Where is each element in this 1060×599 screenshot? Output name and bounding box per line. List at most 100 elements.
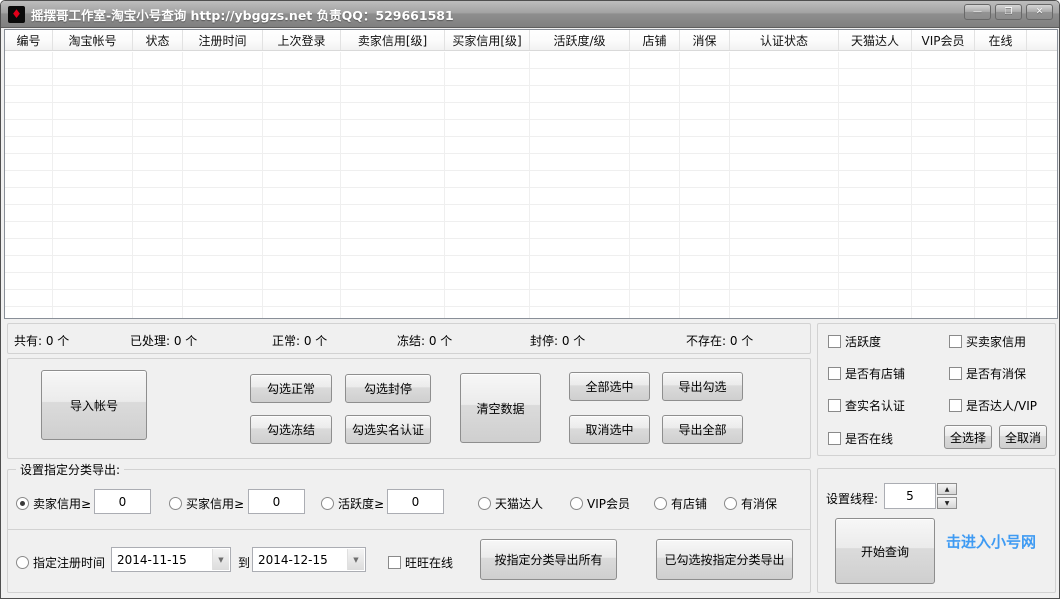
- date-from-dropdown[interactable]: 2014-11-15 ▼: [111, 547, 231, 572]
- table-gridline: [629, 52, 630, 318]
- table-gridline: [529, 52, 530, 318]
- radio-activity[interactable]: 活跃度≥: [321, 495, 384, 512]
- checkbox-icon[interactable]: [949, 367, 962, 380]
- radio-icon[interactable]: [724, 497, 737, 510]
- checkbox-talent-vip[interactable]: 是否达人/VIP: [949, 397, 1037, 414]
- column-header-seller-credit[interactable]: 卖家信用[级]: [341, 30, 445, 50]
- radio-icon-selected[interactable]: [16, 497, 29, 510]
- filter-panel: 活跃度 买卖家信用 是否有店铺 是否有消保 查实名认证 是否达人/VIP 是否在…: [817, 323, 1056, 456]
- checkbox-verify-name[interactable]: 查实名认证: [828, 397, 905, 414]
- thread-count-input[interactable]: 5: [884, 483, 936, 509]
- action-panel: 导入帐号 勾选正常 勾选封停 勾选冻结 勾选实名认证 清空数据 全部选中 取消选…: [7, 358, 811, 459]
- radio-icon[interactable]: [321, 497, 334, 510]
- spin-up-icon[interactable]: ▲: [937, 483, 957, 495]
- checkbox-credit[interactable]: 买卖家信用: [949, 333, 1026, 350]
- table-body: [5, 52, 1057, 318]
- table-gridline: [444, 52, 445, 318]
- checkbox-icon[interactable]: [828, 335, 841, 348]
- export-all-button[interactable]: 导出全部: [662, 415, 743, 444]
- thread-stepper: ▲ ▼: [937, 483, 957, 509]
- app-window: ♦ 摇摆哥工作室-淘宝小号查询 http://ybggzs.net 负责QQ：5…: [0, 0, 1060, 599]
- checkbox-icon[interactable]: [828, 399, 841, 412]
- radio-has-insurance[interactable]: 有消保: [724, 495, 777, 512]
- account-table: 编号 淘宝帐号 状态 注册时间 上次登录 卖家信用[级] 买家信用[级] 活跃度…: [4, 29, 1058, 319]
- radio-icon[interactable]: [478, 497, 491, 510]
- filter-select-all-button[interactable]: 全选择: [944, 425, 992, 449]
- deselect-all-button[interactable]: 取消选中: [569, 415, 650, 444]
- table-header: 编号 淘宝帐号 状态 注册时间 上次登录 卖家信用[级] 买家信用[级] 活跃度…: [5, 30, 1057, 51]
- export-groupbox: 设置指定分类导出: 卖家信用≥ 0 买家信用≥ 0 活跃度≥ 0 天猫达人 VI…: [7, 469, 811, 593]
- activity-input[interactable]: 0: [387, 489, 444, 514]
- divider: [8, 529, 810, 530]
- radio-icon[interactable]: [570, 497, 583, 510]
- column-header-verify[interactable]: 认证状态: [730, 30, 839, 50]
- column-header-insurance[interactable]: 消保: [680, 30, 730, 50]
- column-header-status[interactable]: 状态: [133, 30, 183, 50]
- check-normal-button[interactable]: 勾选正常: [250, 374, 332, 403]
- chevron-down-icon[interactable]: ▼: [212, 549, 229, 570]
- status-processed: 已处理: 0 个: [130, 332, 197, 349]
- table-gridline: [729, 52, 730, 318]
- column-header-account[interactable]: 淘宝帐号: [53, 30, 133, 50]
- table-gridline: [838, 52, 839, 318]
- radio-reg-time[interactable]: 指定注册时间: [16, 554, 105, 571]
- seller-credit-input[interactable]: 0: [94, 489, 151, 514]
- maximize-button[interactable]: ❐: [995, 4, 1022, 20]
- check-verified-button[interactable]: 勾选实名认证: [345, 415, 431, 444]
- buyer-credit-input[interactable]: 0: [248, 489, 305, 514]
- column-header-online[interactable]: 在线: [975, 30, 1027, 50]
- table-gridline: [182, 52, 183, 318]
- checkbox-wangwang-online[interactable]: 旺旺在线: [388, 554, 453, 571]
- radio-seller-credit[interactable]: 卖家信用≥: [16, 495, 91, 512]
- radio-icon[interactable]: [654, 497, 667, 510]
- date-to-dropdown[interactable]: 2014-12-15 ▼: [252, 547, 366, 572]
- export-by-filter-button[interactable]: 按指定分类导出所有: [480, 539, 617, 580]
- import-accounts-button[interactable]: 导入帐号: [41, 370, 147, 440]
- radio-vip-member[interactable]: VIP会员: [570, 495, 630, 512]
- checkbox-is-online[interactable]: 是否在线: [828, 430, 893, 447]
- table-gridline: [340, 52, 341, 318]
- column-header-id[interactable]: 编号: [5, 30, 53, 50]
- export-checked-by-filter-button[interactable]: 已勾选按指定分类导出: [656, 539, 793, 580]
- minimize-button[interactable]: —: [964, 4, 991, 20]
- checkbox-activity[interactable]: 活跃度: [828, 333, 881, 350]
- table-gridline: [262, 52, 263, 318]
- checkbox-icon[interactable]: [949, 335, 962, 348]
- check-frozen-button[interactable]: 勾选冻结: [250, 415, 332, 444]
- checkbox-has-insurance[interactable]: 是否有消保: [949, 365, 1026, 382]
- export-checked-button[interactable]: 导出勾选: [662, 372, 743, 401]
- column-header-shop[interactable]: 店铺: [630, 30, 680, 50]
- select-all-button[interactable]: 全部选中: [569, 372, 650, 401]
- enter-site-link[interactable]: 击进入小号网: [946, 531, 1036, 552]
- check-banned-button[interactable]: 勾选封停: [345, 374, 431, 403]
- column-header-vip[interactable]: VIP会员: [912, 30, 975, 50]
- close-button[interactable]: ✕: [1026, 4, 1053, 20]
- column-header-regtime[interactable]: 注册时间: [183, 30, 263, 50]
- window-controls: — ❐ ✕: [964, 4, 1053, 20]
- column-header-activity[interactable]: 活跃度/级: [530, 30, 630, 50]
- column-header-lastlogin[interactable]: 上次登录: [263, 30, 341, 50]
- status-total: 共有: 0 个: [14, 332, 69, 349]
- radio-buyer-credit[interactable]: 买家信用≥: [169, 495, 244, 512]
- start-query-button[interactable]: 开始查询: [835, 518, 935, 584]
- window-title: 摇摆哥工作室-淘宝小号查询 http://ybggzs.net 负责QQ：529…: [31, 5, 454, 24]
- clear-data-button[interactable]: 清空数据: [460, 373, 541, 443]
- status-notexist: 不存在: 0 个: [686, 332, 753, 349]
- radio-tmall-talent[interactable]: 天猫达人: [478, 495, 543, 512]
- radio-icon[interactable]: [169, 497, 182, 510]
- checkbox-icon[interactable]: [388, 556, 401, 569]
- status-frozen: 冻结: 0 个: [397, 332, 452, 349]
- spin-down-icon[interactable]: ▼: [937, 497, 957, 509]
- column-header-buyer-credit[interactable]: 买家信用[级]: [445, 30, 530, 50]
- app-diamond-icon: ♦: [8, 6, 25, 23]
- checkbox-icon[interactable]: [949, 399, 962, 412]
- chevron-down-icon[interactable]: ▼: [347, 549, 364, 570]
- filter-deselect-all-button[interactable]: 全取消: [999, 425, 1047, 449]
- export-groupbox-title: 设置指定分类导出:: [16, 461, 124, 478]
- column-header-tmall[interactable]: 天猫达人: [839, 30, 912, 50]
- checkbox-has-shop[interactable]: 是否有店铺: [828, 365, 905, 382]
- radio-icon[interactable]: [16, 556, 29, 569]
- radio-has-shop[interactable]: 有店铺: [654, 495, 707, 512]
- checkbox-icon[interactable]: [828, 432, 841, 445]
- checkbox-icon[interactable]: [828, 367, 841, 380]
